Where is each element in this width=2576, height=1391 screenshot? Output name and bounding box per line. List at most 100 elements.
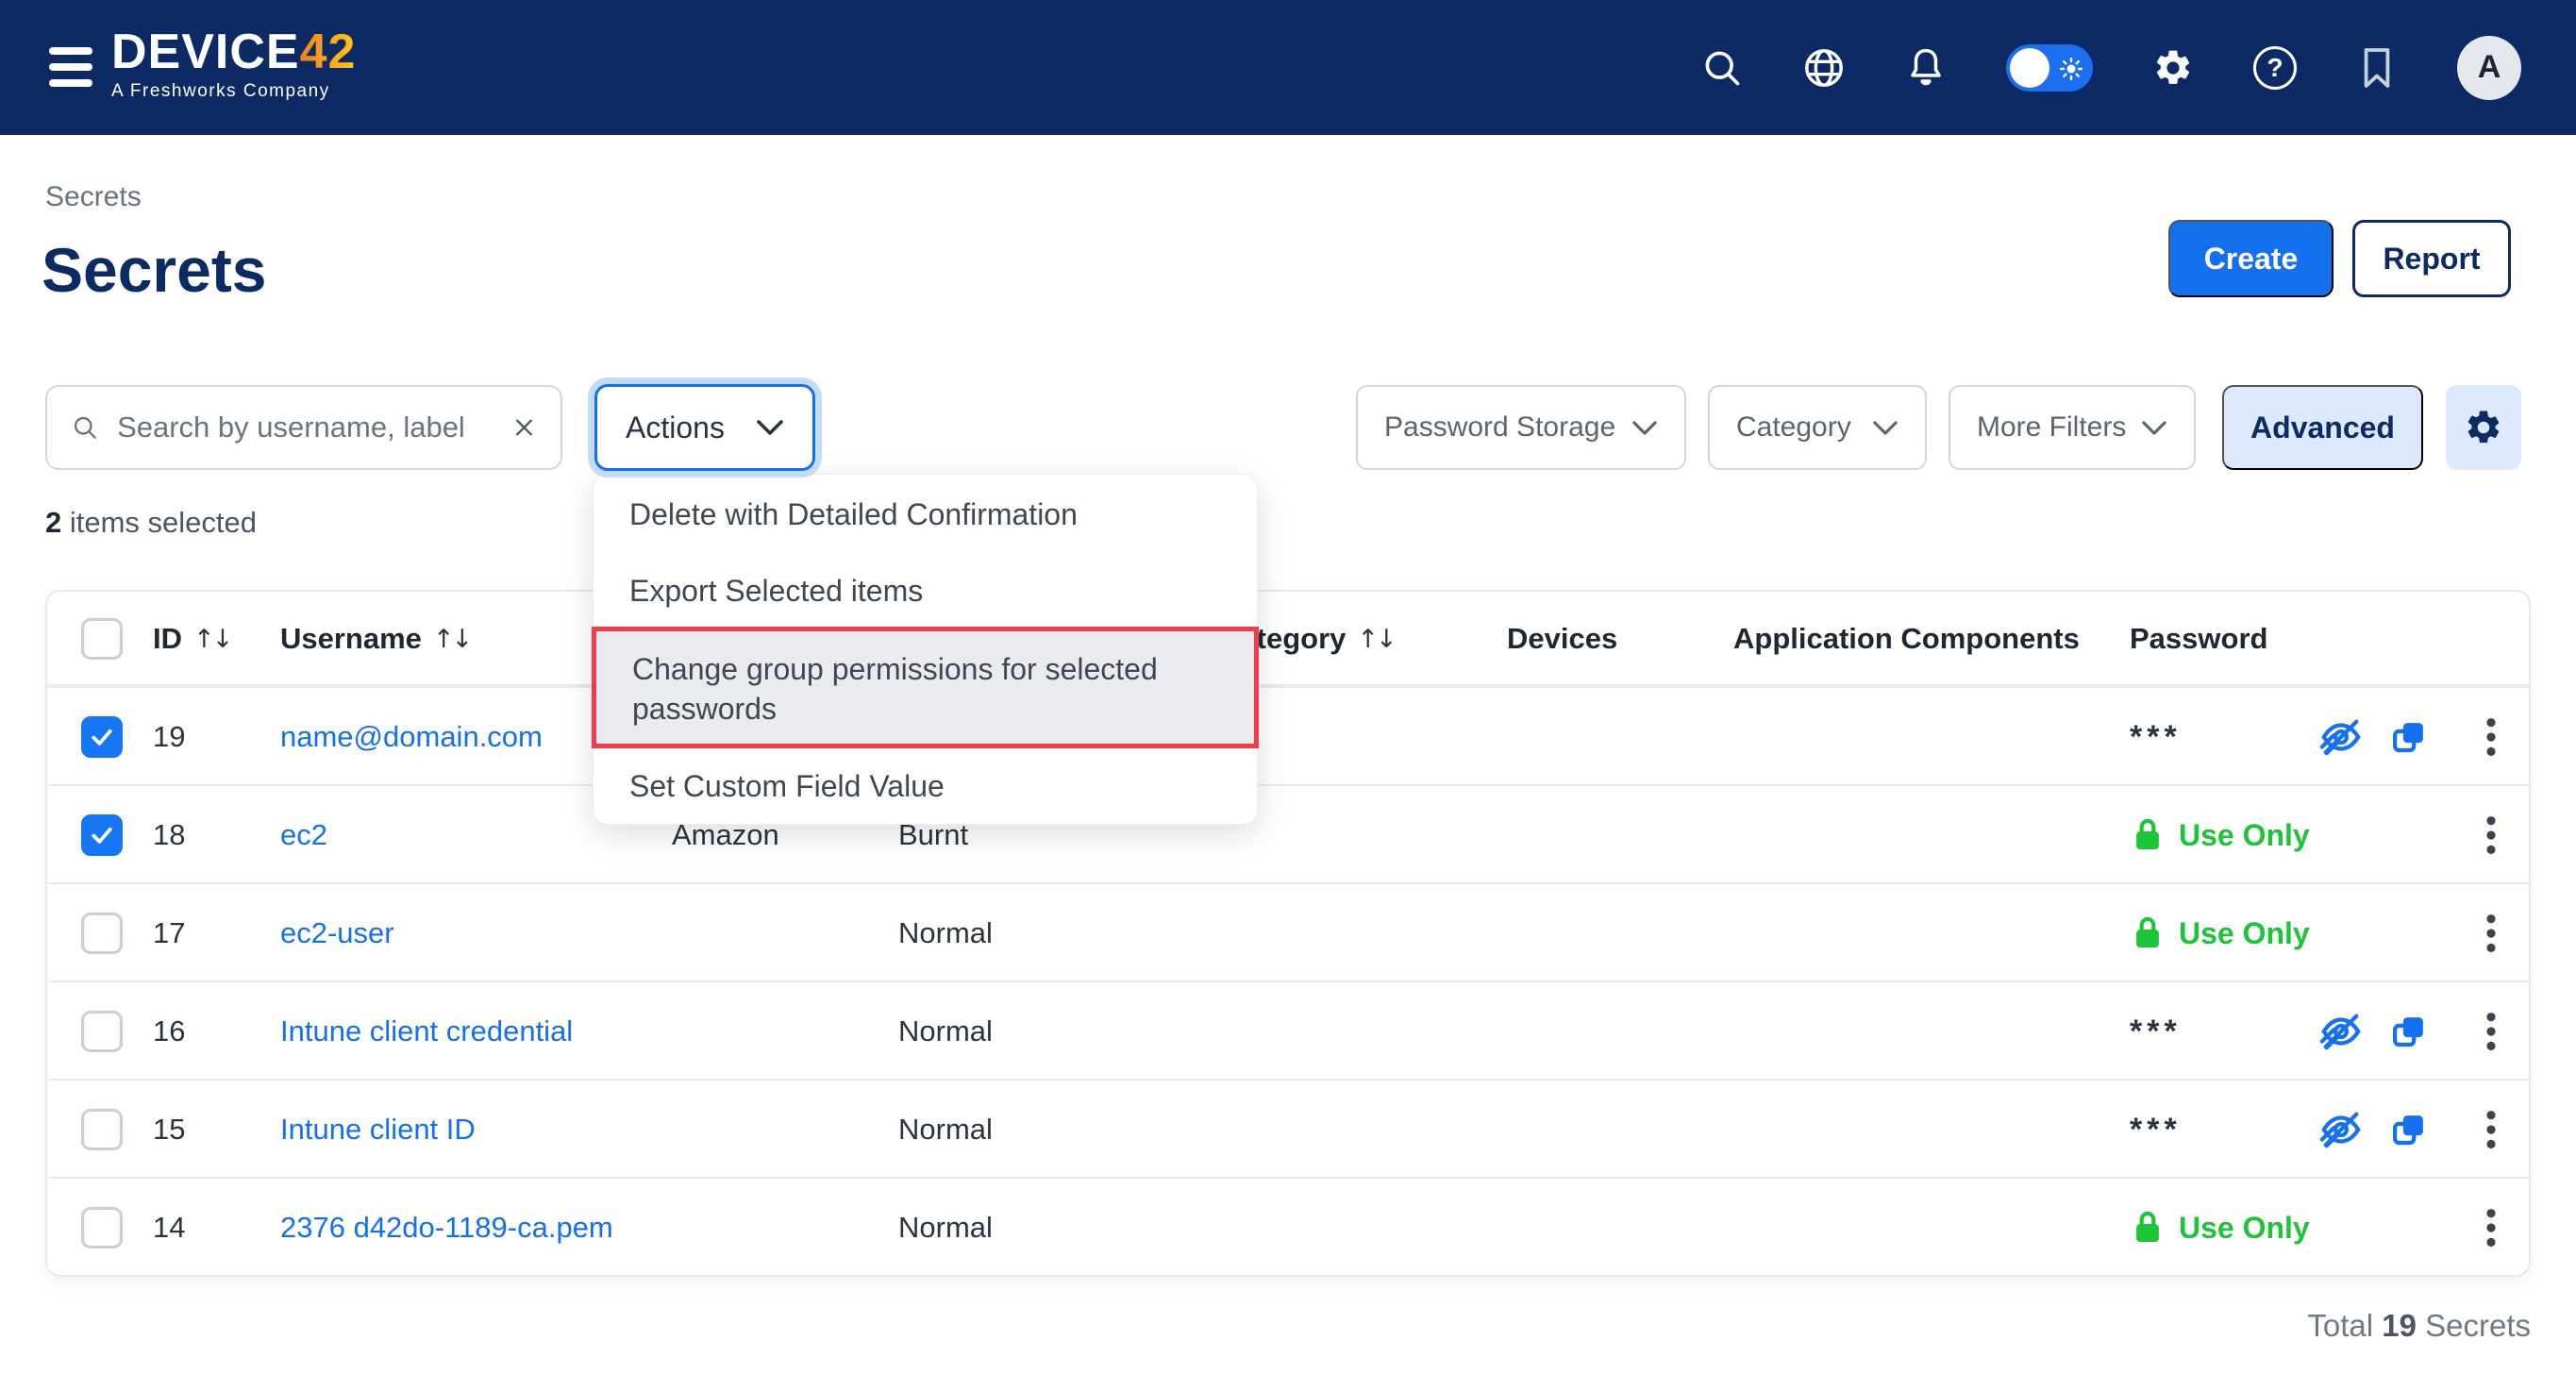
- row-id: 14: [153, 1179, 185, 1277]
- row-password-masked: ***: [2130, 1081, 2182, 1179]
- actions-dropdown-button[interactable]: Actions: [594, 384, 815, 471]
- actions-dropdown-menu: Delete with Detailed Confirmation Export…: [593, 474, 1258, 825]
- row-checkbox[interactable]: [81, 884, 123, 982]
- row-username-link[interactable]: name@domain.com: [280, 688, 543, 786]
- table-row: 18 ec2 Amazon Burnt Use Only: [47, 784, 2529, 882]
- filter-more-filters[interactable]: More Filters: [1949, 385, 2196, 470]
- help-glyph: ?: [2267, 53, 2283, 83]
- sun-icon: [2060, 58, 2083, 80]
- row-category: Normal: [898, 1179, 993, 1277]
- create-button[interactable]: Create: [2168, 220, 2333, 297]
- row-id: 16: [153, 982, 185, 1081]
- row-checkbox[interactable]: [81, 786, 123, 884]
- gear-icon: [2464, 408, 2503, 447]
- row-checkbox[interactable]: [81, 688, 123, 786]
- clear-search-icon[interactable]: [512, 412, 536, 443]
- settings-gear-icon[interactable]: [2151, 46, 2195, 90]
- page-title: Secrets: [42, 234, 267, 306]
- row-username-link[interactable]: ec2-user: [280, 884, 394, 982]
- row-checkbox[interactable]: [81, 1179, 123, 1277]
- column-header-username[interactable]: Username↑↓: [280, 592, 470, 686]
- search-icon: [72, 411, 98, 444]
- filter-category[interactable]: Category: [1708, 385, 1927, 470]
- help-icon[interactable]: ?: [2253, 46, 2297, 90]
- row-password-use-only: Use Only: [2130, 1179, 2310, 1277]
- row-checkbox[interactable]: [81, 982, 123, 1081]
- row-id: 19: [153, 688, 185, 786]
- show-password-eye-slash-icon[interactable]: [2319, 982, 2363, 1081]
- total-secrets-count: Total 19 Secrets: [2307, 1308, 2531, 1344]
- sort-icon: ↑↓: [193, 625, 230, 654]
- row-password-masked: ***: [2130, 688, 2182, 786]
- user-avatar[interactable]: A: [2457, 36, 2521, 100]
- chevron-down-icon: [756, 419, 784, 436]
- row-username-link[interactable]: ec2: [280, 786, 327, 884]
- bookmark-icon[interactable]: [2355, 46, 2399, 90]
- device42-logo[interactable]: DEVICE42 A Freshworks Company: [111, 26, 356, 102]
- menu-item-export-selected-items[interactable]: Export Selected items: [594, 556, 1257, 628]
- filter-label: Category: [1736, 411, 1851, 444]
- row-username-link[interactable]: Intune client ID: [280, 1081, 476, 1179]
- row-username-link[interactable]: 2376 d42do-1189-ca.pem: [280, 1179, 613, 1277]
- sort-icon: ↑↓: [1357, 625, 1394, 654]
- row-category: Normal: [898, 982, 993, 1081]
- report-button[interactable]: Report: [2352, 220, 2511, 297]
- show-password-eye-slash-icon[interactable]: [2319, 688, 2363, 786]
- row-id: 17: [153, 884, 185, 982]
- table-row: 16 Intune client credential Normal ***: [47, 980, 2529, 1079]
- globe-icon[interactable]: [1802, 46, 1846, 90]
- row-username-link[interactable]: Intune client credential: [280, 982, 573, 1081]
- search-box[interactable]: [45, 385, 562, 470]
- selection-label: items selected: [61, 506, 257, 539]
- toggle-knob: [2010, 48, 2049, 88]
- table-row: 17 ec2-user Normal Use Only: [47, 882, 2529, 980]
- row-category: Normal: [898, 1081, 993, 1179]
- row-kebab-menu[interactable]: [2470, 688, 2512, 786]
- logo-subtitle: A Freshworks Company: [111, 81, 356, 102]
- row-checkbox[interactable]: [81, 1081, 123, 1179]
- actions-label: Actions: [626, 411, 725, 445]
- column-header-id[interactable]: ID↑↓: [153, 592, 230, 686]
- copy-password-icon[interactable]: [2389, 1081, 2429, 1179]
- chevron-down-icon: [1631, 420, 1658, 436]
- row-password-use-only: Use Only: [2130, 884, 2310, 982]
- menu-item-delete-with-detailed-confirmation[interactable]: Delete with Detailed Confirmation: [594, 475, 1257, 556]
- menu-item-set-custom-field-value[interactable]: Set Custom Field Value: [594, 748, 1257, 824]
- row-kebab-menu[interactable]: [2470, 884, 2512, 982]
- chevron-down-icon: [2141, 420, 2167, 436]
- filter-label: Password Storage: [1384, 411, 1615, 444]
- copy-password-icon[interactable]: [2389, 688, 2429, 786]
- table-row: 19 name@domain.com ***: [47, 686, 2529, 784]
- breadcrumb[interactable]: Secrets: [45, 181, 142, 213]
- advanced-button[interactable]: Advanced: [2222, 385, 2423, 470]
- table-settings-gear-button[interactable]: [2446, 385, 2521, 470]
- avatar-initial: A: [2478, 49, 2501, 86]
- select-all-checkbox[interactable]: [81, 592, 123, 686]
- table-row: 15 Intune client ID Normal ***: [47, 1079, 2529, 1177]
- row-password-masked: ***: [2130, 982, 2182, 1081]
- row-kebab-menu[interactable]: [2470, 1179, 2512, 1277]
- lock-icon: [2130, 815, 2166, 855]
- notifications-bell-icon[interactable]: [1904, 46, 1948, 90]
- secrets-table: ID↑↓ Username↑↓ Category↑↓ Devices Appli…: [45, 590, 2531, 1277]
- lock-icon: [2130, 1208, 2166, 1248]
- row-kebab-menu[interactable]: [2470, 982, 2512, 1081]
- chevron-down-icon: [1872, 420, 1899, 436]
- column-header-password: Password: [2130, 592, 2267, 686]
- theme-toggle[interactable]: [2006, 44, 2093, 92]
- sort-icon: ↑↓: [433, 625, 470, 654]
- show-password-eye-slash-icon[interactable]: [2319, 1081, 2363, 1179]
- copy-password-icon[interactable]: [2389, 982, 2429, 1081]
- logo-text: DEVICE: [111, 25, 300, 79]
- selection-count: 2: [45, 506, 61, 539]
- filter-password-storage[interactable]: Password Storage: [1356, 385, 1686, 470]
- hamburger-menu-icon[interactable]: [49, 47, 92, 87]
- row-kebab-menu[interactable]: [2470, 786, 2512, 884]
- row-category: Normal: [898, 884, 993, 982]
- menu-item-change-group-permissions-highlighted[interactable]: Change group permissions for selected pa…: [592, 627, 1259, 748]
- top-navbar: DEVICE42 A Freshworks Company ?: [0, 0, 2576, 135]
- search-input[interactable]: [117, 411, 493, 444]
- row-kebab-menu[interactable]: [2470, 1081, 2512, 1179]
- logo-42-text: 42: [300, 25, 357, 79]
- search-icon[interactable]: [1700, 46, 1744, 90]
